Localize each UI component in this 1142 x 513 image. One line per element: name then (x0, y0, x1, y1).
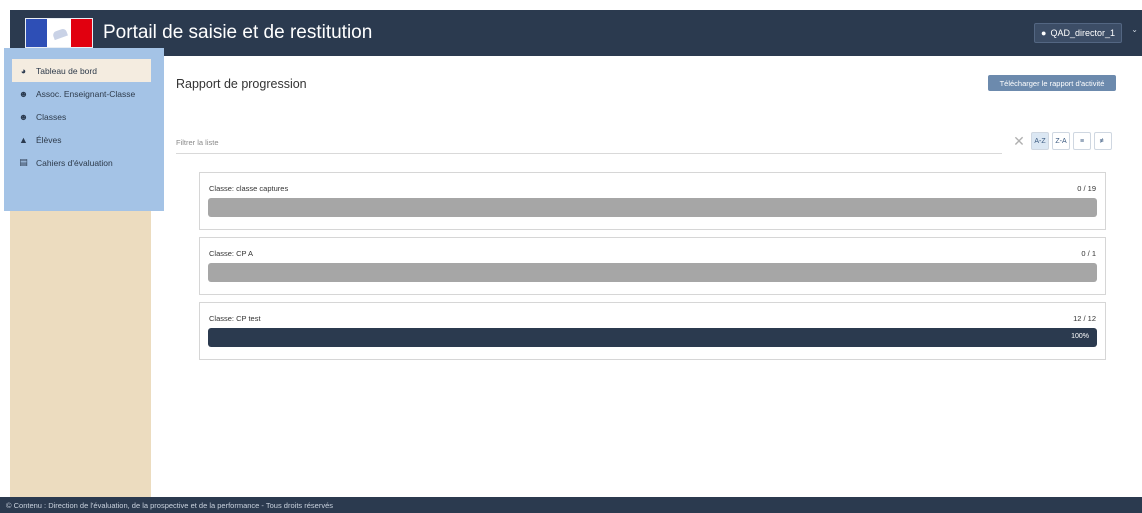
republique-francaise-logo[interactable] (25, 18, 93, 48)
sort-desc-icon[interactable]: ≡ (1073, 132, 1091, 150)
graduation-cap-icon: ▲ (19, 134, 28, 145)
user-icon: ● (1041, 28, 1047, 38)
sidebar-item-label: Classes (36, 111, 67, 122)
dashboard-icon: ◕ (20, 65, 27, 76)
progress-bar (208, 263, 1097, 282)
sidebar-item-assoc-enseignant-classe[interactable]: ☻ Assoc. Enseignant-Classe (12, 82, 151, 105)
sidebar-nav: ◕ Tableau de bord ☻ Assoc. Enseignant-Cl… (12, 59, 151, 174)
sidebar-item-tableau-de-bord[interactable]: ◕ Tableau de bord (12, 59, 151, 82)
page: Portail de saisie et de restitution ● QA… (0, 0, 1142, 513)
user-name: QAD_director_1 (1050, 28, 1115, 38)
notebook-icon: ▤ (19, 157, 28, 167)
top-navbar: Portail de saisie et de restitution ● QA… (10, 10, 1142, 56)
footer: © Contenu : Direction de l'évaluation, d… (0, 497, 1142, 513)
close-icon[interactable]: ✕ (1012, 132, 1026, 150)
users-icon: ☻ (18, 88, 29, 99)
class-count: 0 / 19 (1077, 184, 1096, 193)
progress-fill (208, 328, 1097, 347)
progress-bar: 100% (208, 328, 1097, 347)
sidebar-item-label: Élèves (36, 134, 62, 145)
class-progress-card[interactable]: Classe: CP A 0 / 1 (199, 237, 1106, 295)
sidebar-item-cahiers-evaluation[interactable]: ▤ Cahiers d'évaluation (12, 151, 151, 174)
sidebar-item-classes[interactable]: ☻ Classes (12, 105, 151, 128)
user-menu-button[interactable]: ● QAD_director_1 (1034, 23, 1122, 43)
page-title: Rapport de progression (176, 77, 307, 91)
users-icon: ☻ (18, 111, 29, 122)
sort-az-button[interactable]: A-Z (1031, 132, 1049, 150)
class-label: Classe: CP A (209, 249, 254, 258)
sidebar-item-label: Tableau de bord (36, 65, 97, 76)
class-count: 0 / 1 (1081, 249, 1096, 258)
class-count: 12 / 12 (1073, 314, 1096, 323)
sidebar (10, 211, 151, 497)
sidebar-item-label: Assoc. Enseignant-Classe (36, 88, 136, 99)
progress-percent: 100% (1071, 333, 1089, 340)
filter-input[interactable]: Filtrer la liste (176, 132, 1002, 154)
sort-za-button[interactable]: Z-A (1052, 132, 1070, 150)
sidebar-item-eleves[interactable]: ▲ Élèves (12, 128, 151, 151)
download-activity-report-button[interactable]: Télécharger le rapport d'activité (988, 75, 1116, 91)
class-progress-card[interactable]: Classe: classe captures 0 / 19 (199, 172, 1106, 230)
progress-bar (208, 198, 1097, 217)
chevron-down-icon[interactable]: ⌄ (1131, 25, 1138, 34)
class-label: Classe: CP test (209, 314, 261, 323)
class-progress-card[interactable]: Classe: CP test 12 / 12 100% (199, 302, 1106, 360)
sort-asc-icon[interactable]: ≢ (1094, 132, 1112, 150)
class-label: Classe: classe captures (209, 184, 289, 193)
app-title[interactable]: Portail de saisie et de restitution (103, 22, 372, 44)
sidebar-item-label: Cahiers d'évaluation (36, 157, 113, 168)
